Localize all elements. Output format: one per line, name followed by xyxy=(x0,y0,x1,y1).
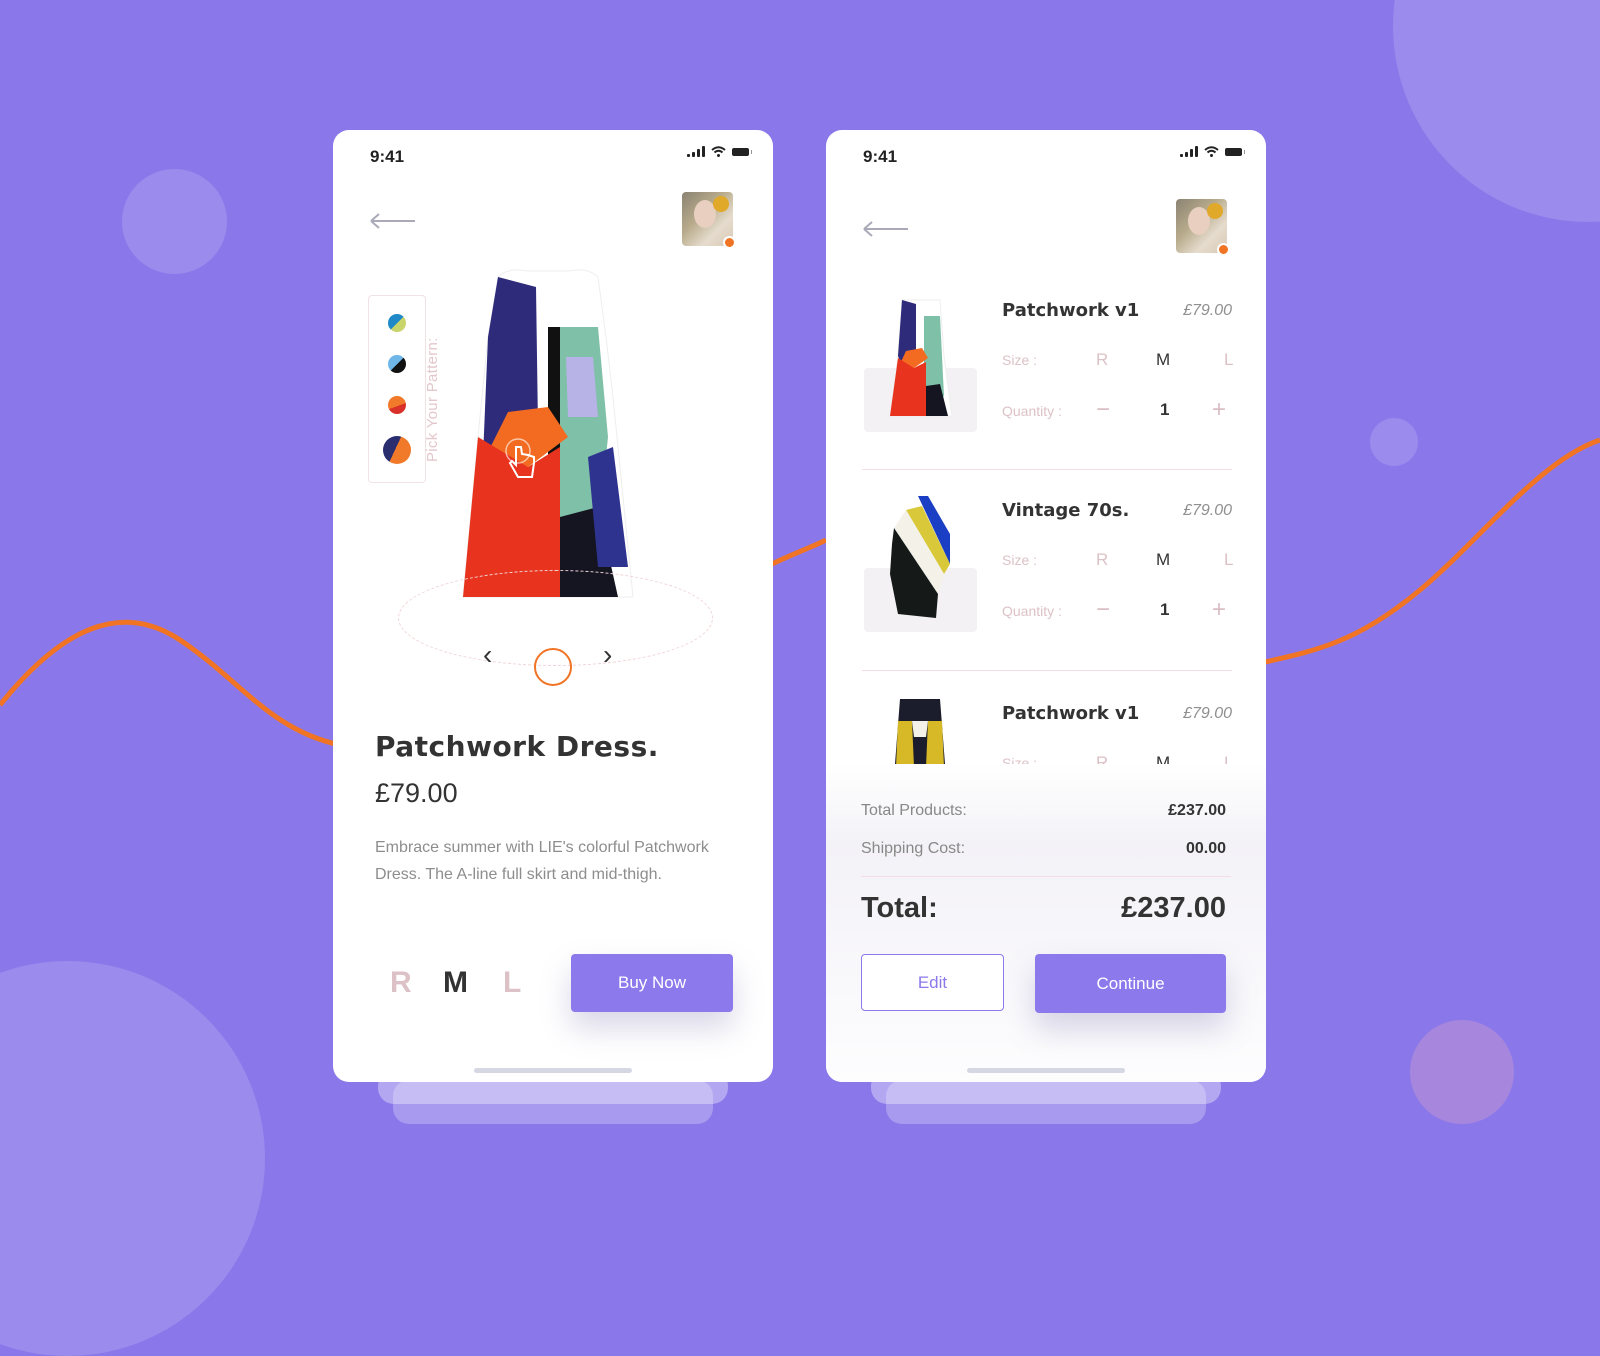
size-option-r[interactable]: R xyxy=(1096,550,1108,570)
product-image-dress xyxy=(462,269,634,598)
pattern-swatch-4-selected[interactable] xyxy=(383,436,411,464)
status-time: 9:41 xyxy=(370,147,405,166)
signal-icon xyxy=(687,146,705,157)
pattern-swatch-2[interactable] xyxy=(388,355,406,373)
online-status-dot xyxy=(723,236,736,249)
item-price: £79.00 xyxy=(1183,502,1232,519)
buy-now-button[interactable]: Buy Now xyxy=(571,954,733,1012)
quantity-value: 1 xyxy=(1160,600,1170,619)
carousel-next-button[interactable]: › xyxy=(603,639,612,671)
size-option-m-selected[interactable]: M xyxy=(1156,350,1170,370)
shipping-cost-value: 00.00 xyxy=(1185,840,1226,857)
pick-pattern-label: Pick Your Pattern: xyxy=(424,337,441,462)
cart-item: Vintage 70s. £79.00 Size : R M L Quantit… xyxy=(862,490,1233,670)
summary-divider xyxy=(861,876,1231,877)
product-title: Patchwork Dress. xyxy=(375,730,659,763)
item-price: £79.00 xyxy=(1183,302,1232,319)
status-icons xyxy=(1180,146,1245,157)
continue-button[interactable]: Continue xyxy=(1035,954,1226,1013)
item-thumbnail-patchwork-dress xyxy=(889,299,953,417)
product-description: Embrace summer with LIE's colorful Patch… xyxy=(375,839,709,883)
total-label: Total: xyxy=(861,892,938,924)
quantity-decrease-button[interactable]: − xyxy=(1096,398,1110,422)
user-avatar[interactable] xyxy=(682,192,736,249)
total-value: £237.00 xyxy=(1121,892,1226,924)
quantity-decrease-button[interactable]: − xyxy=(1096,598,1110,622)
back-button[interactable] xyxy=(369,210,417,230)
decor-orange-wave xyxy=(0,437,1600,748)
size-option-m-selected[interactable]: M xyxy=(1156,550,1170,570)
quantity-increase-button[interactable]: + xyxy=(1212,398,1226,422)
quantity-increase-button[interactable]: + xyxy=(1212,598,1226,622)
item-name: Patchwork v1 xyxy=(1002,703,1140,724)
total-products-label: Total Products: xyxy=(861,802,967,819)
product-detail-screen: 9:41 Pick Your Pattern: ‹ › Patchwork Dr… xyxy=(333,130,773,1082)
item-name: Patchwork v1 xyxy=(1002,300,1140,321)
edit-button[interactable]: Edit xyxy=(861,954,1004,1011)
size-option-r[interactable]: R xyxy=(1096,350,1108,370)
home-indicator[interactable] xyxy=(967,1068,1125,1073)
arrow-left-icon xyxy=(370,213,415,229)
pattern-swatch-1[interactable] xyxy=(388,314,406,332)
wifi-icon xyxy=(711,146,726,157)
carousel-prev-button[interactable]: ‹ xyxy=(483,639,492,671)
home-indicator[interactable] xyxy=(474,1068,632,1073)
arrow-left-icon xyxy=(863,221,908,237)
wifi-icon xyxy=(1204,146,1219,157)
item-divider xyxy=(862,469,1232,470)
size-option-l[interactable]: L xyxy=(1224,350,1233,370)
cart-screen: 9:41 Patchwork v1 £79.00 Size : R M L Qu… xyxy=(826,130,1266,1082)
size-option-m-selected[interactable]: M xyxy=(443,966,468,1000)
total-products-value: £237.00 xyxy=(1168,802,1226,819)
product-price: £79.00 xyxy=(375,778,458,808)
pattern-picker xyxy=(368,295,426,483)
user-avatar[interactable] xyxy=(1176,199,1230,256)
battery-icon xyxy=(1225,147,1245,156)
battery-icon xyxy=(732,147,752,156)
status-icons xyxy=(687,146,752,157)
shipping-cost-label: Shipping Cost: xyxy=(861,840,966,857)
quantity-value: 1 xyxy=(1160,400,1170,419)
size-label: Size : xyxy=(1002,552,1038,568)
quantity-label: Quantity : xyxy=(1002,603,1062,619)
size-label: Size : xyxy=(1002,352,1038,368)
order-summary: Total Products: £237.00 Shipping Cost: 0… xyxy=(826,764,1266,1082)
online-status-dot xyxy=(1217,243,1230,256)
item-price: £79.00 xyxy=(1183,705,1232,722)
size-option-r[interactable]: R xyxy=(390,966,412,1000)
rotation-handle[interactable] xyxy=(534,648,572,686)
size-option-l[interactable]: L xyxy=(503,966,521,1000)
signal-icon xyxy=(1180,146,1198,157)
back-button[interactable] xyxy=(862,218,910,238)
item-name: Vintage 70s. xyxy=(1002,500,1130,521)
cart-item: Patchwork v1 £79.00 Size : R M L Quantit… xyxy=(862,290,1233,470)
item-thumbnail-vintage-poncho xyxy=(890,496,950,618)
size-option-l[interactable]: L xyxy=(1224,550,1233,570)
pattern-swatch-3[interactable] xyxy=(388,396,406,414)
quantity-label: Quantity : xyxy=(1002,403,1062,419)
status-time: 9:41 xyxy=(863,147,898,166)
item-divider xyxy=(862,670,1232,671)
